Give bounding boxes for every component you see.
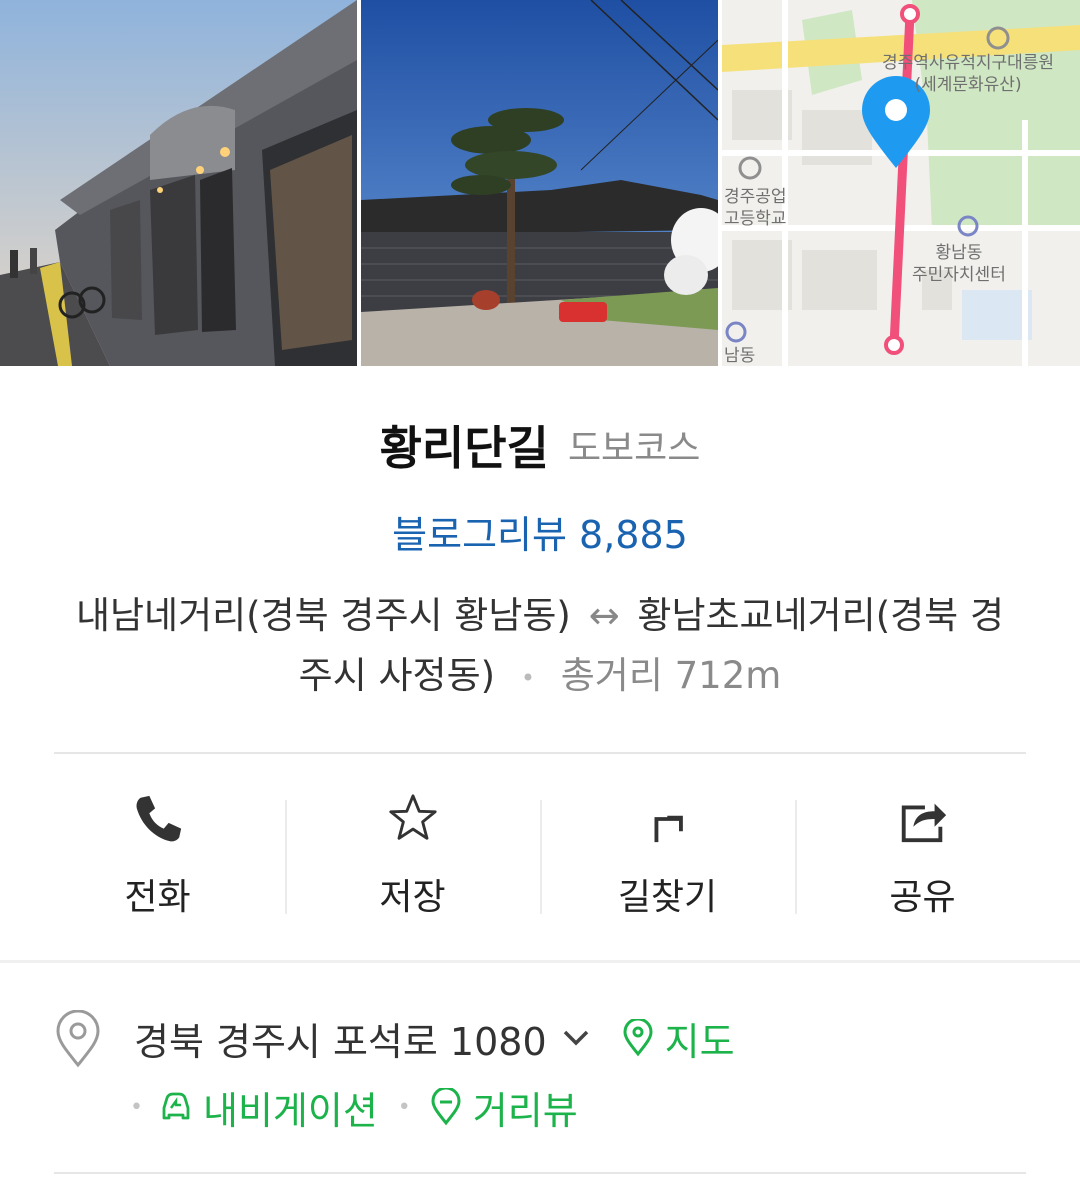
- divider: [54, 752, 1026, 754]
- directions-button[interactable]: 길찾기: [540, 790, 795, 920]
- save-button[interactable]: 저장: [285, 790, 540, 920]
- street-view-icon: [431, 1088, 461, 1126]
- location-pin-icon: [56, 1010, 100, 1068]
- map-link-label: 지도: [664, 1019, 735, 1064]
- navigation-link-label: 내비게이션: [202, 1088, 378, 1133]
- map-label-school-line2: 고등학교: [724, 209, 787, 229]
- map-label-school-line1: 경주공업: [724, 187, 787, 207]
- place-title-row: 황리단길 도보코스: [0, 412, 1080, 478]
- star-icon: [388, 794, 437, 840]
- section-divider: [0, 960, 1080, 963]
- directions-icon: [654, 815, 683, 843]
- place-category: 도보코스: [567, 428, 701, 469]
- share-button[interactable]: 공유: [795, 790, 1050, 920]
- storefront-image: [0, 0, 357, 366]
- route-separator-dot: •: [520, 663, 535, 692]
- address-row: 경북 경주시 포석로 1080 지도: [134, 1012, 735, 1064]
- car-icon: [162, 1092, 190, 1120]
- divider: [54, 1172, 1026, 1174]
- map-link[interactable]: 지도: [619, 1011, 735, 1066]
- call-label: 전화: [124, 877, 191, 918]
- blog-review-link[interactable]: 블로그리뷰 8,885: [0, 504, 1080, 559]
- map-label-center: 황남동 주민자치센터: [912, 242, 1006, 286]
- save-label: 저장: [379, 877, 446, 918]
- map-thumbnail[interactable]: 경주역사유적지구대릉원 (세계문화유산) 경주공업 고등학교 황남동 주민자치센…: [722, 0, 1080, 366]
- garden-photo[interactable]: [361, 0, 718, 366]
- separator-dot: •: [130, 1094, 143, 1120]
- separator-dot: •: [397, 1094, 411, 1120]
- photo-strip: 경주역사유적지구대릉원 (세계문화유산) 경주공업 고등학교 황남동 주민자치센…: [0, 0, 1080, 366]
- street-view-link[interactable]: 거리뷰: [427, 1080, 578, 1135]
- route-start: 내남네거리(경북 경주시 황남동): [75, 594, 571, 637]
- share-icon: [901, 803, 946, 843]
- map-label-school: 경주공업 고등학교: [724, 186, 787, 230]
- storefront-photo[interactable]: [0, 0, 357, 366]
- address-text[interactable]: 경북 경주시 포석로 1080: [134, 1011, 547, 1066]
- map-label-center-line1: 황남동: [935, 243, 983, 263]
- call-button[interactable]: 전화: [30, 790, 285, 920]
- navigation-link[interactable]: 내비게이션: [157, 1080, 378, 1135]
- street-view-link-label: 거리뷰: [472, 1088, 578, 1133]
- map-label-heritage-line1: 경주역사유적지구대릉원: [882, 53, 1055, 73]
- place-title: 황리단길: [379, 421, 549, 475]
- map-label-heritage: 경주역사유적지구대릉원 (세계문화유산): [882, 52, 1054, 96]
- garden-image: [361, 0, 718, 366]
- route-distance: 총거리 712m: [560, 654, 782, 697]
- map-label-center-line2: 주민자치센터: [912, 265, 1006, 285]
- route-arrow: ↔: [588, 594, 620, 637]
- map-pin-icon: [623, 1019, 653, 1057]
- map-label-bottom: 남동: [724, 346, 756, 366]
- action-bar: 전화 저장 길찾기 공유: [30, 790, 1050, 920]
- route-description: 내남네거리(경북 경주시 황남동) ↔ 황남초교네거리(경북 경주시 사정동) …: [60, 586, 1020, 708]
- chevron-down-icon[interactable]: [559, 1021, 593, 1055]
- address-links-row: • 내비게이션 • 거리뷰: [130, 1080, 578, 1134]
- directions-label: 길찾기: [617, 877, 718, 918]
- map-label-heritage-line2: (세계문화유산): [914, 75, 1022, 95]
- share-label: 공유: [889, 877, 956, 918]
- phone-icon: [136, 795, 181, 842]
